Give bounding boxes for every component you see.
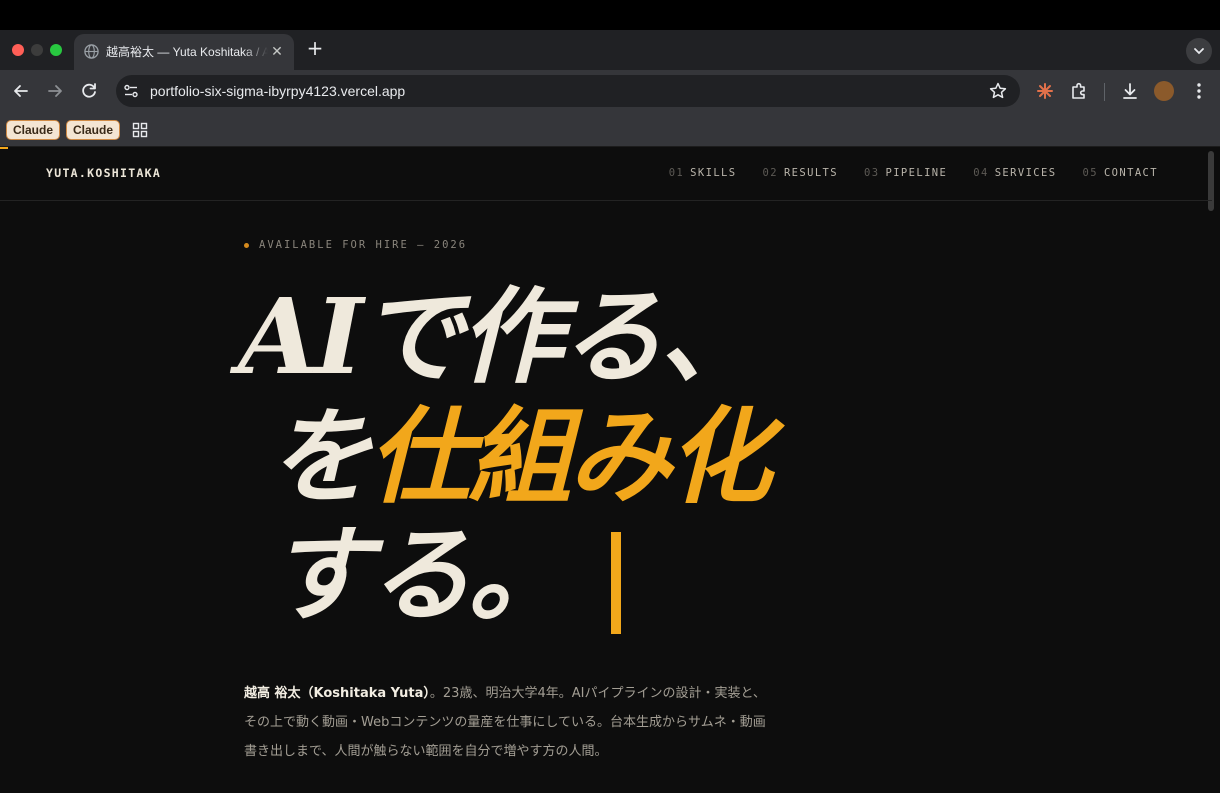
site-header: YUTA.KOSHITAKA 01 SKILLS 02 RESULTS 03 P…	[0, 147, 1212, 201]
site-settings-icon[interactable]	[122, 82, 140, 100]
forward-arrow-icon[interactable]	[44, 80, 66, 102]
availability-badge: AVAILABLE FOR HIRE — 2026	[244, 239, 467, 251]
nav-number: 04	[973, 167, 989, 179]
browser-tab[interactable]: 越高裕太 — Yuta Koshitaka / AI ✕	[74, 34, 294, 70]
nav-label: SERVICES	[994, 167, 1057, 179]
tab-close-icon[interactable]: ✕	[268, 43, 286, 61]
nav-link-services[interactable]: 04 SERVICES	[973, 167, 1056, 179]
hero-line-1: AIで作る、	[238, 275, 763, 398]
download-icon[interactable]	[1119, 80, 1141, 102]
nav-number: 05	[1082, 167, 1098, 179]
reload-icon[interactable]	[78, 80, 100, 102]
browser-toolbar: portfolio-six-sigma-ibyrpy4123.vercel.ap…	[0, 70, 1220, 113]
nav-number: 02	[762, 167, 778, 179]
bio-name: 越高 裕太（Koshitaka Yuta）	[244, 686, 430, 701]
bookmarks-bar: Claude Claude	[0, 113, 1220, 147]
hero-accent-text: 仕組み化	[368, 395, 772, 518]
availability-text: AVAILABLE FOR HIRE — 2026	[259, 239, 468, 251]
site-brand-logo[interactable]: YUTA.KOSHITAKA	[46, 166, 161, 180]
tab-bar: 越高裕太 — Yuta Koshitaka / AI ✕	[0, 30, 1220, 70]
zoom-window-button[interactable]	[50, 44, 62, 56]
nav-number: 01	[668, 167, 685, 179]
nav-label: RESULTS	[783, 167, 839, 179]
bookmark-claude-1[interactable]: Claude	[6, 120, 61, 140]
minimize-window-button[interactable]	[31, 44, 43, 56]
nav-label: CONTACT	[1103, 167, 1158, 179]
status-dot-icon	[244, 242, 249, 248]
nav-label: PIPELINE	[885, 167, 948, 179]
url-text: portfolio-six-sigma-ibyrpy4123.vercel.ap…	[150, 83, 406, 99]
apps-grid-icon[interactable]	[132, 122, 148, 138]
nav-link-pipeline[interactable]: 03 PIPELINE	[864, 167, 947, 179]
kebab-menu-icon[interactable]	[1188, 80, 1210, 102]
close-window-button[interactable]	[12, 44, 24, 56]
extensions-puzzle-icon[interactable]	[1068, 80, 1090, 102]
portfolio-page: YUTA.KOSHITAKA 01 SKILLS 02 RESULTS 03 P…	[0, 147, 1220, 793]
hero-headline: AIで作る、 を仕組み化 する。	[0, 277, 900, 647]
toolbar-divider	[1104, 83, 1105, 101]
claude-extension-icon[interactable]	[1034, 80, 1056, 102]
chevron-down-icon	[1194, 48, 1204, 55]
bookmark-star-icon[interactable]	[988, 81, 1008, 101]
bookmark-claude-2[interactable]: Claude	[66, 120, 121, 140]
hero-line-2-prefix: を	[268, 395, 372, 518]
bio-paragraph: 越高 裕太（Koshitaka Yuta）。23歳、明治大学4年。AIパイプライ…	[244, 679, 774, 766]
nav-label: SKILLS	[690, 167, 737, 179]
address-bar[interactable]: portfolio-six-sigma-ibyrpy4123.vercel.ap…	[116, 75, 1020, 107]
globe-icon	[84, 44, 99, 59]
nav-link-contact[interactable]: 05 CONTACT	[1082, 167, 1158, 179]
site-nav: 01 SKILLS 02 RESULTS 03 PIPELINE 04 SERV…	[669, 167, 1158, 179]
back-arrow-icon[interactable]	[10, 80, 32, 102]
nav-link-results[interactable]: 02 RESULTS	[763, 167, 839, 179]
hero-line-3: する。	[268, 513, 572, 636]
tab-search-button[interactable]	[1186, 38, 1212, 64]
typing-cursor	[611, 532, 621, 634]
window-top-strip	[0, 0, 1220, 30]
nav-link-skills[interactable]: 01 SKILLS	[669, 167, 737, 179]
new-tab-button[interactable]: +	[304, 38, 326, 60]
tab-title: 越高裕太 — Yuta Koshitaka / AI	[106, 45, 268, 59]
profile-avatar[interactable]	[1154, 81, 1174, 101]
hero-line-2: を仕組み化	[268, 395, 772, 518]
nav-number: 03	[864, 167, 880, 179]
